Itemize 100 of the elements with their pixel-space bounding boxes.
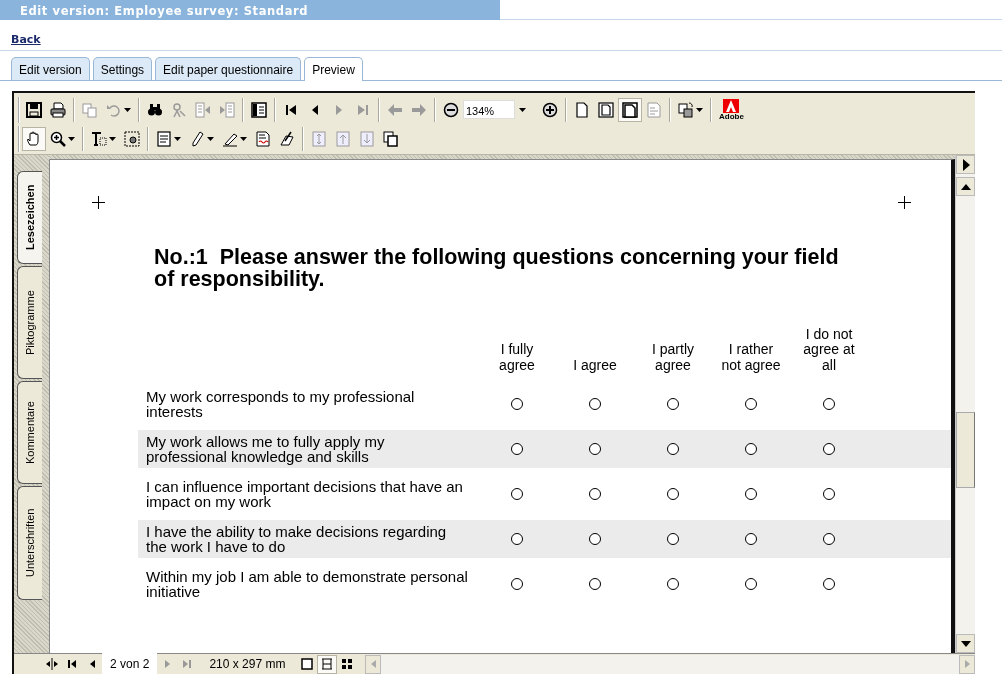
column-header: I agree	[572, 357, 618, 374]
radio-button[interactable]	[510, 442, 524, 457]
note-icon	[156, 130, 172, 147]
double-arrow-page-icon	[311, 130, 327, 147]
wide-page-icon	[622, 101, 638, 118]
radio-button[interactable]	[588, 577, 602, 592]
column-header: I do not agree at all	[802, 327, 856, 374]
up-arrow-icon	[960, 183, 971, 190]
scroll-thumb[interactable]	[956, 412, 975, 488]
single-page-icon	[301, 658, 314, 670]
radio-button[interactable]	[588, 397, 602, 412]
column-header: I partly agree	[651, 342, 695, 374]
radio-button[interactable]	[666, 397, 680, 412]
radio-button[interactable]	[822, 397, 836, 412]
right-arrow-icon	[964, 660, 970, 668]
question-text: Within my job I am able to demonstrate personal initiative	[145, 569, 469, 600]
question-text: I can influence important decisions that have an impact on my work	[145, 479, 464, 510]
magnifier-plus-icon	[50, 130, 66, 147]
question-text: I have the ability to make decisions regarding the work I have to do	[145, 524, 448, 555]
spelling-page-icon	[255, 130, 271, 147]
radio-button[interactable]	[666, 487, 680, 502]
radio-button[interactable]	[510, 487, 524, 502]
pencil-icon	[189, 130, 205, 147]
text-cursor-icon	[91, 130, 107, 147]
radio-button[interactable]	[822, 532, 836, 547]
pane-toggle-button[interactable]	[956, 155, 975, 174]
radio-button[interactable]	[510, 577, 524, 592]
hand-icon	[26, 130, 42, 147]
tab[interactable]: Settings	[92, 57, 153, 80]
radio-button[interactable]	[588, 532, 602, 547]
copy-pages-icon	[82, 101, 98, 118]
split-arrows-icon	[46, 658, 58, 670]
side-tab[interactable]: Piktogramme	[17, 266, 42, 379]
panel-icon	[251, 101, 267, 118]
page-icon	[574, 101, 590, 118]
question-text: My work allows me to fully apply my professional knowledge and skills	[145, 434, 386, 465]
up-arrow-page-icon	[335, 130, 351, 147]
vertical-scrollbar[interactable]	[955, 155, 975, 653]
radio-button[interactable]	[744, 397, 758, 412]
tab[interactable]: Edit version	[11, 57, 90, 80]
radio-button[interactable]	[744, 577, 758, 592]
continuous-button[interactable]	[317, 654, 338, 674]
page-arrow-icon	[646, 101, 662, 118]
radio-button[interactable]	[588, 442, 602, 457]
zoom-field[interactable]: 134%	[463, 100, 515, 119]
down-arrow-icon	[960, 640, 971, 647]
scroll-up-button[interactable]	[956, 177, 975, 196]
radio-button[interactable]	[822, 487, 836, 502]
scroll-down-button[interactable]	[956, 634, 975, 653]
side-tab[interactable]: Lesezeichen	[17, 171, 42, 264]
snapshot-icon	[124, 130, 140, 147]
registration-mark-icon	[92, 196, 105, 209]
back-link[interactable]: Back	[11, 33, 41, 46]
search-icon	[171, 101, 187, 118]
right-arrow-icon	[411, 101, 427, 118]
binoculars-icon	[147, 101, 163, 118]
tab[interactable]: Preview	[304, 57, 363, 81]
radio-button[interactable]	[744, 532, 758, 547]
play-arrow-icon	[961, 158, 970, 171]
rotate-pages-icon	[678, 101, 694, 118]
letter-a-logo-icon	[723, 98, 740, 113]
question-heading: No.:1 Please answer the following questions concerning your field of responsibility.	[154, 247, 840, 290]
radio-button[interactable]	[744, 442, 758, 457]
page-number-field[interactable]: 2 von 2	[102, 653, 158, 674]
column-header: I fully agree	[498, 342, 536, 374]
page-right-arrow-icon	[219, 101, 235, 118]
page-size-text: 210 x 297 mm	[208, 656, 287, 673]
column-header: I rather not agree	[720, 342, 782, 374]
side-tab[interactable]: Kommentare	[17, 381, 42, 484]
first-page-icon	[66, 658, 78, 670]
continuous-pages-icon	[321, 658, 334, 670]
last-page-icon	[181, 658, 194, 670]
page-left-arrow-icon	[195, 101, 211, 118]
facing-pages-icon	[341, 658, 354, 670]
signing-hand-icon	[279, 130, 295, 147]
down-arrow-page-icon	[359, 130, 375, 147]
radio-button[interactable]	[666, 442, 680, 457]
left-arrow-icon	[370, 660, 376, 668]
adobe-button[interactable]: Adobe	[715, 97, 748, 122]
radio-button[interactable]	[744, 487, 758, 502]
minus-circle-icon	[443, 101, 459, 118]
question-text: My work corresponds to my professional interests	[145, 389, 416, 420]
tab[interactable]: Edit paper questionnaire	[155, 57, 302, 80]
framed-page-icon	[598, 101, 614, 118]
fit-width-button[interactable]	[618, 97, 642, 122]
side-tab[interactable]: Unterschriften	[17, 486, 42, 600]
plus-circle-icon	[542, 101, 558, 118]
radio-button[interactable]	[588, 487, 602, 502]
printer-icon	[50, 101, 66, 118]
radio-button[interactable]	[510, 397, 524, 412]
radio-button[interactable]	[510, 532, 524, 547]
radio-button[interactable]	[822, 577, 836, 592]
registration-mark-icon	[898, 196, 911, 209]
window-title: Edit version: Employee survey: Standard	[0, 0, 500, 20]
hand-tool-button[interactable]	[22, 126, 46, 151]
logo-caption: Adobe	[719, 112, 744, 121]
radio-button[interactable]	[666, 577, 680, 592]
radio-button[interactable]	[666, 532, 680, 547]
stacked-pages-icon	[383, 130, 399, 147]
radio-button[interactable]	[822, 442, 836, 457]
